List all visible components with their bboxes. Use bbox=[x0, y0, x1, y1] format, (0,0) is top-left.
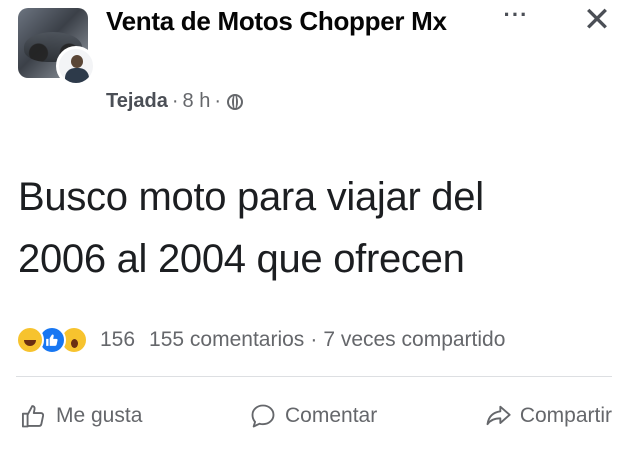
stats-separator: · bbox=[310, 328, 318, 351]
like-label: Me gusta bbox=[56, 404, 143, 427]
post-body-text: Busco moto para viajar del 2006 al 2004 … bbox=[18, 166, 618, 290]
more-options-icon[interactable]: ··· bbox=[498, 4, 534, 34]
comment-label: Comentar bbox=[285, 404, 378, 427]
meta-separator-2: · bbox=[214, 90, 222, 112]
author-avatar[interactable] bbox=[56, 46, 96, 86]
globe-icon[interactable] bbox=[227, 93, 244, 110]
like-button[interactable]: Me gusta bbox=[16, 402, 146, 430]
group-name-link[interactable]: Venta de Motos Chopper Mx bbox=[106, 6, 476, 36]
author-name-link[interactable]: Tejada bbox=[106, 90, 168, 113]
avatar-head bbox=[71, 55, 83, 68]
post-stats: 156 155 comentarios · 7 veces compartido bbox=[16, 323, 622, 357]
close-icon[interactable]: ✕ bbox=[580, 3, 614, 38]
share-icon bbox=[484, 402, 512, 430]
post-card: Venta de Motos Chopper Mx ··· ✕ Tejada ·… bbox=[0, 0, 628, 452]
comments-count-link[interactable]: 155 comentarios bbox=[149, 328, 304, 352]
post-time[interactable]: 8 h bbox=[183, 90, 211, 113]
thumbs-up-icon bbox=[20, 402, 48, 430]
share-button[interactable]: Compartir bbox=[480, 402, 616, 430]
meta-separator: · bbox=[171, 90, 179, 112]
comment-icon bbox=[249, 402, 277, 430]
post-meta: Tejada · 8 h · bbox=[106, 90, 244, 113]
haha-reaction-icon bbox=[16, 326, 44, 354]
reaction-icons[interactable] bbox=[16, 326, 88, 354]
share-label: Compartir bbox=[519, 404, 612, 427]
reaction-count[interactable]: 156 bbox=[100, 328, 135, 352]
post-text-line-2: 2006 al 2004 que ofrecen bbox=[18, 237, 465, 281]
post-text-line-1: Busco moto para viajar del bbox=[18, 175, 484, 219]
post-actions: Me gusta Comentar Compartir bbox=[16, 394, 616, 438]
shares-count-link[interactable]: 7 veces compartido bbox=[323, 328, 505, 352]
post-avatars[interactable] bbox=[18, 8, 96, 86]
divider bbox=[16, 376, 612, 377]
avatar-body bbox=[65, 68, 89, 83]
comment-button[interactable]: Comentar bbox=[245, 402, 381, 430]
